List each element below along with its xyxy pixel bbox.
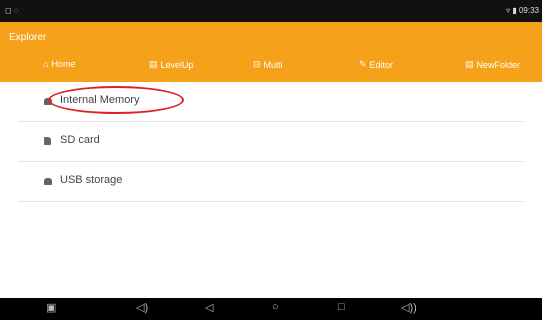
list-item-internal-memory[interactable]: Internal Memory: [18, 82, 524, 122]
screenshot-icon[interactable]: ▣: [46, 301, 56, 314]
newfolder-button[interactable]: ▤ NewFolder: [465, 59, 520, 70]
newfolder-label: NewFolder: [476, 59, 521, 70]
back-icon[interactable]: ◁: [205, 301, 213, 314]
editor-label: Editor: [369, 59, 394, 70]
list-item-sd-card[interactable]: SD card: [18, 122, 524, 162]
levelup-icon: ▤: [149, 59, 158, 69]
multi-label: Multi: [263, 59, 283, 70]
new-folder-icon: ▤: [465, 59, 474, 69]
recent-apps-icon[interactable]: □: [338, 301, 345, 313]
list-item-label: SD card: [60, 134, 100, 146]
status-bar: ◻ ◌ ▿ ▮ 09:33: [0, 0, 542, 22]
usb-icon: [44, 178, 52, 185]
app-bar: Explorer ⌂ Home ▤ LevelUp ⊟ Multi ✎ Edit…: [0, 22, 542, 82]
red-highlight-ellipse: [48, 86, 184, 114]
home-label: Home: [51, 59, 76, 69]
home-icon: ⌂: [43, 59, 49, 69]
volume-up-icon[interactable]: ◁)): [401, 301, 417, 314]
sd-card-icon: [44, 137, 51, 145]
toolbar: ⌂ Home ▤ LevelUp ⊟ Multi ✎ Editor ▤ NewF…: [0, 56, 542, 74]
multi-button[interactable]: ⊟ Multi: [253, 59, 283, 70]
navigation-bar: ▣ ◁) ◁ ○ □ ◁)): [0, 298, 542, 320]
app-title: Explorer: [9, 32, 47, 43]
list-item-label: USB storage: [60, 174, 123, 186]
edit-icon: ✎: [359, 59, 367, 69]
volume-down-icon[interactable]: ◁): [136, 301, 148, 314]
status-right-icons: ▿ ▮ 09:33: [506, 6, 539, 15]
status-left-icons: ◻ ◌: [5, 6, 19, 15]
multi-icon: ⊟: [253, 59, 261, 69]
levelup-label: LevelUp: [160, 59, 194, 70]
editor-button[interactable]: ✎ Editor: [359, 59, 393, 70]
storage-list: Internal Memory SD card USB storage: [0, 82, 542, 202]
list-item-usb-storage[interactable]: USB storage: [18, 162, 524, 202]
home-button[interactable]: ⌂ Home: [43, 59, 75, 69]
levelup-button[interactable]: ▤ LevelUp: [149, 59, 194, 70]
home-nav-icon[interactable]: ○: [272, 301, 279, 313]
